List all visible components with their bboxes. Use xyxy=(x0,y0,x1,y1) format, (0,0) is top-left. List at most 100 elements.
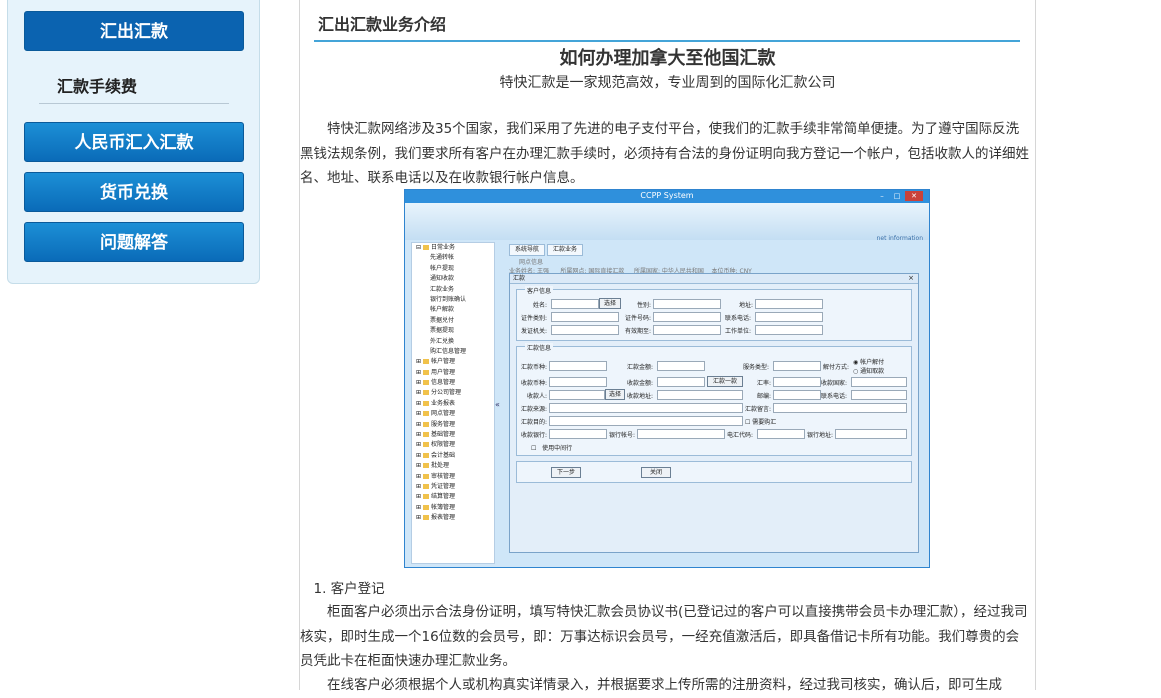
radio-notify: ○ 通知取款 xyxy=(853,368,885,375)
step1-heading: 1. 客户登记 xyxy=(300,581,385,597)
minimize-icon: – xyxy=(880,192,884,200)
article-title: 如何办理加拿大至他国汇款 xyxy=(559,48,776,69)
remit-one-button: 汇款一款 xyxy=(707,376,743,387)
background-section: 网点信息 xyxy=(519,259,544,266)
label: 汇款来源: xyxy=(521,406,548,413)
payee-select-button: 选择 xyxy=(605,389,625,400)
id-type-select xyxy=(551,312,619,322)
tree-parent: ⊞ 帐簿管理 xyxy=(416,503,455,511)
select-button: 选择 xyxy=(599,298,621,309)
account-field xyxy=(637,429,725,439)
nav-tree: ⊟ 日常业务 先通转帐 帐户提现 通知收款 汇款业务 银行到账确认 帐户解款 票… xyxy=(411,242,495,564)
label: 证件号码: xyxy=(625,315,652,322)
tree-parent: ⊞ 分公司管理 xyxy=(416,389,461,397)
service-type-select xyxy=(773,361,821,371)
remit-info-group: 汇款信息 汇款币种: 汇款金额: 服务类型: 解付方式: ◉ 帐户解付 ○ 通知… xyxy=(516,343,912,456)
maximize-icon: □ xyxy=(893,192,901,200)
tree-parent: ⊞ 权限管理 xyxy=(416,441,455,449)
sidebar: 汇出汇款 汇款手续费 人民币汇入汇款 货币兑换 问题解答 xyxy=(7,0,260,284)
nav-remittance-fee[interactable]: 汇款手续费 xyxy=(57,73,137,97)
step1-paragraph: 柜面客户必须出示合法身份证明，填写特快汇款会员协议书(已登记过的客户可以直接携带… xyxy=(300,604,1028,669)
payee-field xyxy=(549,390,605,400)
tree-parent: ⊞ 信息管理 xyxy=(416,379,455,387)
name-field xyxy=(551,299,599,309)
nav-rmb-inward-remittance[interactable]: 人民币汇入汇款 xyxy=(24,122,244,162)
tree-parent: ⊞ 批处理 xyxy=(416,462,449,470)
nav-currency-exchange[interactable]: 货币兑换 xyxy=(24,172,244,212)
customer-info-group: 客户信息 姓名: 选择 性别: 地址: 证件类别: 证件号码: 联系电话: 发证… xyxy=(516,286,912,341)
tree-child: 票据兑付 xyxy=(430,316,455,324)
tree-child: 通知收款 xyxy=(430,275,455,283)
nav-faq[interactable]: 问题解答 xyxy=(24,222,244,262)
window-titlebar: CCPP System – □ ✕ xyxy=(405,190,929,203)
dialog-title: 汇款 xyxy=(510,274,918,284)
expiry-field xyxy=(653,325,721,335)
banner-text: net information xyxy=(876,235,923,242)
label: 收款银行: xyxy=(521,432,548,439)
article-subtitle: 特快汇款是一家规范高效，专业周到的国际化汇款公司 xyxy=(499,75,836,91)
dialog-close-icon: × xyxy=(908,274,914,282)
tree-parent: ⊞ 审核管理 xyxy=(416,472,455,480)
tree-child: 汇款业务 xyxy=(430,285,455,293)
remit-currency-select xyxy=(549,361,607,371)
purpose-select xyxy=(549,416,743,426)
phone-field xyxy=(755,312,823,322)
banner: net information xyxy=(405,203,929,242)
group-title: 汇款信息 xyxy=(525,343,554,352)
label: 收款地址: xyxy=(627,393,654,400)
label: 汇款留言: xyxy=(745,406,772,413)
id-number-field xyxy=(653,312,721,322)
label: 联系电话: xyxy=(725,315,752,322)
label: 汇率: xyxy=(757,380,772,387)
tree-child: 票据提现 xyxy=(430,327,455,335)
label: 汇款金额: xyxy=(627,364,654,371)
tree-child: 购汇信息管理 xyxy=(430,347,467,355)
tab-system-nav: 系统导航 xyxy=(509,244,546,256)
source-field xyxy=(549,403,743,413)
tree-parent: ⊞ 结算管理 xyxy=(416,493,455,501)
message-field xyxy=(773,403,907,413)
payee-address-field xyxy=(657,390,743,400)
group-title: 客户信息 xyxy=(525,286,554,295)
label: 性别: xyxy=(637,302,652,309)
swift-field xyxy=(757,429,805,439)
label: 证件类别: xyxy=(521,315,548,322)
tree-child: 先通转帐 xyxy=(430,254,455,262)
zip-field xyxy=(773,390,821,400)
tree-child: 帐户提现 xyxy=(430,264,455,272)
remit-amount-field xyxy=(657,361,705,371)
label: 解付方式: xyxy=(823,364,850,371)
label: 电汇代码: xyxy=(727,432,754,439)
tree-parent: ⊞ 报表管理 xyxy=(416,514,455,522)
label: 邮编: xyxy=(757,393,772,400)
label: 收款币种: xyxy=(521,380,548,387)
tree-parent: ⊞ 业务报表 xyxy=(416,399,455,407)
label: 收款金额: xyxy=(627,380,654,387)
window-title: CCPP System xyxy=(640,191,694,200)
address-field xyxy=(755,299,823,309)
tree-child: 银行到账确认 xyxy=(430,295,467,303)
label: 联系电话: xyxy=(821,393,848,400)
tree-parent: ⊞ 基础管理 xyxy=(416,431,455,439)
nav-outward-remittance[interactable]: 汇出汇款 xyxy=(24,11,244,51)
collapse-icon: « xyxy=(495,400,500,409)
label: 汇款币种: xyxy=(521,364,548,371)
label: 汇款目的: xyxy=(521,419,548,426)
section-divider xyxy=(314,40,1020,42)
tab-strip: 系统导航 汇款业务 xyxy=(509,244,585,256)
need-exchange-checkbox: ☐ 需要购汇 xyxy=(745,419,777,426)
tree-child: 帐户解款 xyxy=(430,306,455,314)
tree-child: 外汇兑换 xyxy=(430,337,455,345)
label: 银行帐号: xyxy=(609,432,636,439)
label: 服务类型: xyxy=(743,364,770,371)
remittance-dialog: 汇款 × 客户信息 姓名: 选择 性别: 地址: 证件类别: 证件号码: 联系电… xyxy=(509,273,919,553)
close-icon: ✕ xyxy=(905,191,923,201)
label: 地址: xyxy=(739,302,754,309)
bank-select xyxy=(549,429,607,439)
tree-parent: ⊞ 用户管理 xyxy=(416,368,455,376)
section-title: 汇出汇款业务介绍 xyxy=(318,15,447,34)
intermediary-checkbox: ☐ 使用中间行 xyxy=(531,445,573,452)
label: 银行地址: xyxy=(807,432,834,439)
label: 收款人: xyxy=(527,393,548,400)
tree-parent: ⊞ 服务管理 xyxy=(416,420,455,428)
